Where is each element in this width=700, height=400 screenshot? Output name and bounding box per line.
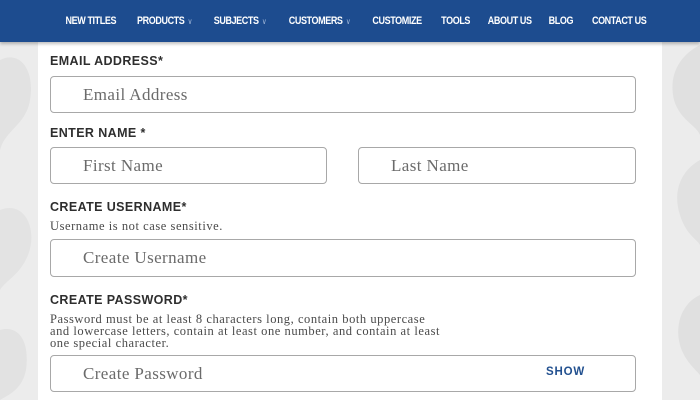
chevron-down-icon: ∨ — [262, 16, 267, 26]
nav-item-label: TOOLS — [440, 15, 470, 27]
nav-item-customize[interactable]: CUSTOMIZE — [372, 15, 423, 27]
nav-item-tools[interactable]: TOOLS — [441, 15, 470, 27]
background-pattern-left — [0, 40, 40, 400]
nav-item-blog[interactable]: BLOG — [548, 15, 574, 27]
registration-form: EMAIL ADDRESS* ENTER NAME * CREATE USERN… — [38, 40, 662, 400]
nav-item-label: CUSTOMERS — [289, 15, 344, 27]
nav-item-label: CONTACT US — [591, 15, 647, 27]
last-name-field[interactable] — [358, 147, 636, 184]
nav-item-label: PRODUCTS — [137, 15, 185, 27]
nav-item-label: BLOG — [548, 15, 574, 27]
chevron-down-icon: ∨ — [188, 16, 193, 26]
nav-item-label: NEW TITLES — [65, 15, 116, 27]
show-password-button[interactable]: SHOW — [546, 366, 585, 378]
nav-item-label: CUSTOMIZE — [372, 15, 423, 27]
nav-item-products[interactable]: PRODUCTS ∨ — [137, 15, 192, 27]
nav-item-new-titles[interactable]: NEW TITLES — [65, 15, 116, 27]
email-label: EMAIL ADDRESS* — [50, 54, 164, 68]
nav-item-label: ABOUT US — [487, 15, 532, 27]
nav-item-contact-us[interactable]: CONTACT US — [591, 15, 647, 27]
email-field[interactable] — [50, 76, 636, 113]
chevron-down-icon: ∨ — [346, 16, 351, 26]
username-field[interactable] — [50, 239, 636, 277]
nav-menu: NEW TITLES PRODUCTS ∨ SUBJECTS ∨ CUSTOME… — [0, 0, 700, 42]
name-label: ENTER NAME * — [50, 126, 146, 140]
nav-item-label: SUBJECTS — [214, 15, 260, 27]
password-label: CREATE PASSWORD* — [50, 293, 188, 307]
nav-item-customers[interactable]: CUSTOMERS ∨ — [289, 15, 351, 27]
username-hint: Username is not case sensitive. — [50, 219, 223, 233]
first-name-field[interactable] — [50, 147, 327, 184]
nav-item-subjects[interactable]: SUBJECTS ∨ — [214, 15, 267, 27]
background-pattern-right — [660, 40, 700, 400]
username-label: CREATE USERNAME* — [50, 200, 187, 214]
nav-item-about-us[interactable]: ABOUT US — [488, 15, 532, 27]
top-navigation-bar: NEW TITLES PRODUCTS ∨ SUBJECTS ∨ CUSTOME… — [0, 0, 700, 42]
password-hint-line: one special character. — [50, 336, 170, 350]
